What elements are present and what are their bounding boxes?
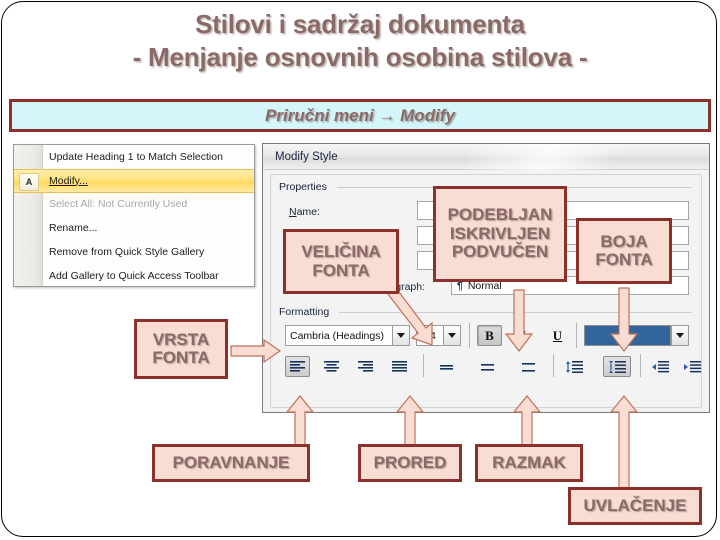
callout-line: FONTA bbox=[312, 260, 370, 280]
align-right-icon[interactable] bbox=[353, 356, 378, 377]
space-before-paragraph-icon[interactable] bbox=[562, 356, 587, 377]
modify-style-icon: A bbox=[19, 172, 39, 191]
menu-item-label: Add Gallery to Quick Access Toolbar bbox=[49, 269, 219, 282]
line-spacing-2-icon[interactable] bbox=[516, 356, 541, 377]
callout-line: FONTA bbox=[595, 250, 653, 269]
space-before-glyph bbox=[566, 360, 583, 373]
dialog-titlebar: Modify Style bbox=[263, 144, 709, 170]
line-spacing-1-icon[interactable] bbox=[434, 356, 459, 377]
title-line-2: - Menjanje osnovnih osobina stilova - bbox=[132, 42, 588, 72]
menu-item-label: Remove from Quick Style Gallery bbox=[49, 246, 205, 259]
toolbar-separator-3 bbox=[423, 354, 424, 377]
callout-uvlacenje: UVLAČENJE bbox=[568, 487, 702, 525]
subtitle-band-text: Priručni meni → Modify bbox=[265, 105, 455, 125]
arrow-poravnanje bbox=[285, 395, 315, 448]
toolbar-separator-2 bbox=[576, 323, 577, 348]
dialog-title: Modify Style bbox=[275, 150, 338, 163]
line-spacing-1-5-icon[interactable] bbox=[475, 356, 500, 377]
font-size-dropdown-button[interactable] bbox=[443, 325, 461, 346]
decrease-indent-glyph bbox=[651, 360, 669, 372]
align-right-glyph bbox=[358, 360, 373, 372]
callout-line: ISKRIVLJEN bbox=[449, 223, 551, 243]
font-color-dropdown-button[interactable] bbox=[671, 325, 689, 346]
font-family-value: Cambria (Headings) bbox=[290, 329, 384, 342]
callout-line: PODVUČEN bbox=[451, 242, 549, 262]
menu-item-rename[interactable]: Rename... bbox=[14, 216, 254, 240]
group-label-formatting: Formatting bbox=[279, 306, 335, 318]
arrow-podebljan bbox=[504, 289, 534, 352]
arrow-prored bbox=[395, 395, 425, 448]
title-line-1: Stilovi i sadržaj dokumenta bbox=[195, 9, 525, 39]
chevron-down-icon bbox=[676, 333, 684, 338]
callout-vrsta-fonta: VRSTA FONTA bbox=[134, 319, 228, 379]
menu-item-label: Update Heading 1 to Match Selection bbox=[49, 150, 223, 163]
callout-line: VELIČINA bbox=[301, 242, 381, 262]
page-title: Stilovi i sadržaj dokumenta - Menjanje o… bbox=[0, 8, 720, 74]
menu-item-add-gallery-to-qat[interactable]: Add Gallery to Quick Access Toolbar bbox=[14, 264, 254, 286]
toolbar-separator bbox=[469, 323, 470, 348]
callout-line: FONTA bbox=[152, 348, 210, 367]
callout-prored: PRORED bbox=[358, 444, 462, 482]
line-spacing-2-glyph bbox=[522, 362, 535, 372]
space-after-glyph bbox=[608, 360, 626, 373]
callout-line: PRORED bbox=[373, 452, 447, 472]
increase-indent-glyph bbox=[683, 360, 701, 372]
menu-item-label: Rename... bbox=[49, 222, 98, 235]
font-family-combo[interactable]: Cambria (Headings) bbox=[285, 325, 393, 346]
arrow-vrsta-fonta bbox=[230, 338, 282, 364]
toolbar-separator-5 bbox=[640, 354, 641, 377]
align-left-icon[interactable] bbox=[285, 356, 310, 377]
slide-canvas: Stilovi i sadržaj dokumenta - Menjanje o… bbox=[0, 0, 720, 540]
callout-velicina-fonta: VELIČINA FONTA bbox=[283, 229, 399, 294]
space-after-paragraph-icon[interactable] bbox=[603, 356, 631, 377]
menu-item-label: Select All: Not Currently Used bbox=[49, 198, 188, 211]
callout-line: BOJA bbox=[600, 231, 648, 251]
align-center-icon[interactable] bbox=[319, 356, 344, 377]
align-justify-glyph bbox=[392, 360, 407, 372]
label-name: Name: bbox=[289, 206, 320, 218]
arrow-uvlacenje bbox=[609, 395, 639, 492]
subtitle-band: Priručni meni → Modify bbox=[9, 99, 711, 132]
line-spacing-1-5-glyph bbox=[481, 363, 494, 371]
callout-poravnanje: PORAVNANJE bbox=[152, 444, 310, 482]
callout-razmak: RAZMAK bbox=[475, 444, 583, 482]
callout-line: RAZMAK bbox=[492, 452, 566, 472]
callout-line: UVLAČENJE bbox=[583, 495, 687, 515]
context-menu: Update Heading 1 to Match Selection A Mo… bbox=[13, 144, 255, 287]
align-left-glyph bbox=[290, 360, 305, 372]
menu-item-update-heading[interactable]: Update Heading 1 to Match Selection bbox=[14, 145, 254, 169]
align-justify-icon[interactable] bbox=[387, 356, 412, 377]
menu-item-remove-from-gallery[interactable]: Remove from Quick Style Gallery bbox=[14, 240, 254, 264]
align-center-glyph bbox=[324, 360, 339, 372]
decrease-indent-icon[interactable] bbox=[648, 356, 673, 377]
menu-item-select-all: Select All: Not Currently Used bbox=[14, 193, 254, 217]
arrow-boja-fonta bbox=[609, 287, 639, 352]
callout-line: VRSTA bbox=[152, 329, 210, 349]
menu-item-modify[interactable]: A Modify... bbox=[14, 168, 254, 193]
callout-boja-fonta: BOJA FONTA bbox=[576, 218, 672, 284]
underline-button[interactable]: U bbox=[545, 325, 570, 346]
callout-line: PORAVNANJE bbox=[172, 452, 290, 472]
group-label-properties: Properties bbox=[279, 181, 332, 193]
increase-indent-icon[interactable] bbox=[680, 356, 705, 377]
arrow-velicina-fonta bbox=[382, 287, 440, 350]
line-spacing-1-glyph bbox=[440, 364, 453, 370]
bold-button[interactable]: B bbox=[477, 325, 502, 346]
chevron-down-icon bbox=[448, 333, 456, 338]
toolbar-separator-4 bbox=[553, 354, 554, 377]
menu-item-label: Modify... bbox=[49, 174, 88, 187]
callout-line: PODEBLJAN bbox=[447, 205, 553, 225]
titlebar-sheen bbox=[469, 144, 649, 170]
callout-podebljan-iskrivljen-podvucen: PODEBLJAN ISKRIVLJEN PODVUČEN bbox=[433, 186, 567, 282]
arrow-razmak bbox=[512, 395, 542, 448]
